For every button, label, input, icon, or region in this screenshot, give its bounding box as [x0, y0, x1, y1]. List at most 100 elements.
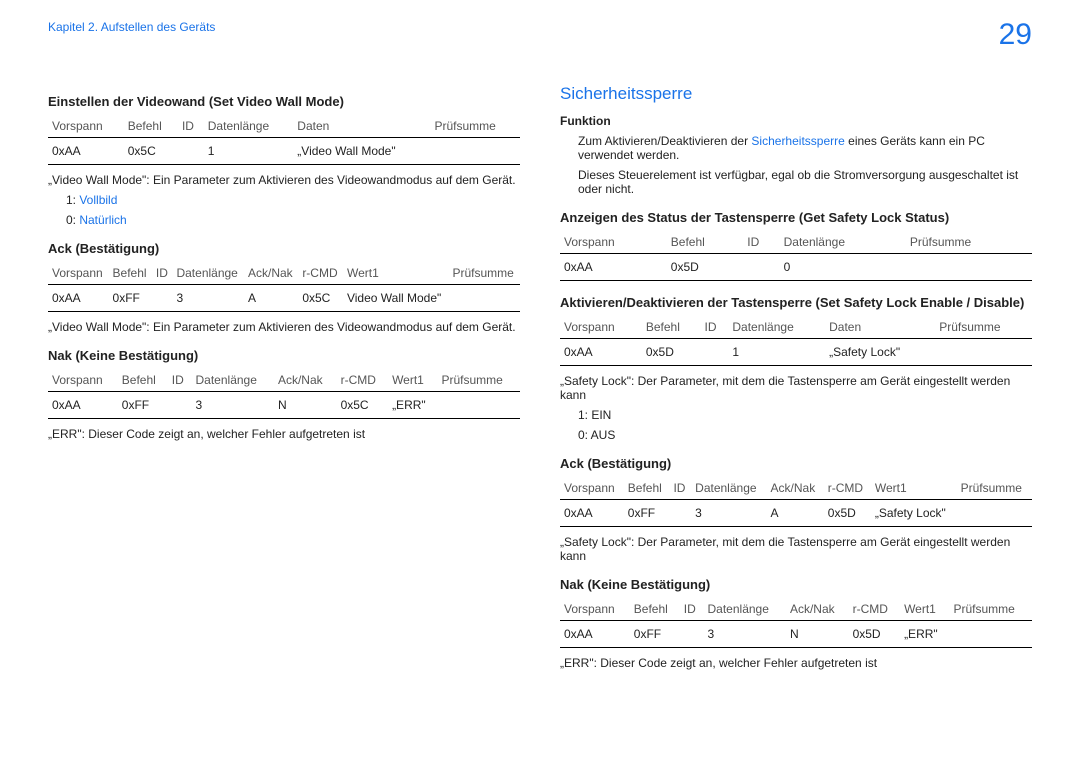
td — [430, 138, 520, 165]
th: ID — [680, 598, 704, 621]
th: Befehl — [624, 477, 670, 500]
td: 0xAA — [560, 500, 624, 527]
td: 0xAA — [560, 254, 667, 281]
th: Wert1 — [343, 262, 448, 285]
td: 3 — [172, 285, 244, 312]
th: Prüfsumme — [957, 477, 1032, 500]
td: „ERR" — [388, 392, 437, 419]
th: ID — [168, 369, 192, 392]
section-title: Sicherheitssperre — [560, 84, 1032, 104]
td: 0x5D — [642, 339, 701, 366]
td — [680, 621, 704, 648]
td: 0xAA — [560, 339, 642, 366]
th: Wert1 — [871, 477, 957, 500]
td — [906, 254, 1032, 281]
td: N — [786, 621, 849, 648]
th: Prüfsumme — [935, 316, 1032, 339]
option-value: Natürlich — [79, 213, 126, 227]
td: 0x5D — [849, 621, 900, 648]
th: Befehl — [109, 262, 152, 285]
table-ack: Vorspann Befehl ID Datenlänge Ack/Nak r-… — [560, 477, 1032, 527]
td: 0 — [780, 254, 906, 281]
page-number: 29 — [999, 20, 1032, 50]
table-nak: Vorspann Befehl ID Datenlänge Ack/Nak r-… — [48, 369, 520, 419]
td — [950, 621, 1033, 648]
td — [935, 339, 1032, 366]
inline-link-text: Sicherheitssperre — [751, 134, 844, 148]
td: „ERR" — [900, 621, 949, 648]
th: Vorspann — [48, 115, 124, 138]
option-key: 1: — [66, 193, 79, 207]
td — [700, 339, 728, 366]
th: Befehl — [630, 598, 680, 621]
td: 3 — [192, 392, 274, 419]
td: A — [767, 500, 824, 527]
th: Prüfsumme — [448, 262, 520, 285]
th: Prüfsumme — [430, 115, 520, 138]
th: Vorspann — [48, 369, 118, 392]
td: 0x5C — [124, 138, 178, 165]
th: Datenlänge — [172, 262, 244, 285]
th: Ack/Nak — [786, 598, 849, 621]
page-header: Kapitel 2. Aufstellen des Geräts 29 — [48, 20, 1032, 50]
th: Datenlänge — [192, 369, 274, 392]
th: Prüfsumme — [950, 598, 1033, 621]
th: Ack/Nak — [767, 477, 824, 500]
td: 1 — [204, 138, 294, 165]
note-text: „Video Wall Mode": Ein Parameter zum Akt… — [48, 320, 520, 334]
td: 0x5C — [337, 392, 388, 419]
th: Datenlänge — [204, 115, 294, 138]
td: 0xAA — [560, 621, 630, 648]
option-line: 0: Natürlich — [66, 213, 520, 227]
th: Daten — [825, 316, 935, 339]
th: Befehl — [667, 231, 743, 254]
td: 1 — [728, 339, 825, 366]
section-heading: Ack (Bestätigung) — [48, 241, 520, 256]
td: 0xAA — [48, 392, 118, 419]
td — [168, 392, 192, 419]
th: Ack/Nak — [244, 262, 298, 285]
td — [152, 285, 173, 312]
th: Datenlänge — [691, 477, 766, 500]
th: ID — [152, 262, 173, 285]
table-ack: Vorspann Befehl ID Datenlänge Ack/Nak r-… — [48, 262, 520, 312]
td: N — [274, 392, 337, 419]
th: r-CMD — [849, 598, 900, 621]
th: r-CMD — [337, 369, 388, 392]
option-key: 0: — [66, 213, 79, 227]
th: Vorspann — [48, 262, 109, 285]
td: 0xFF — [118, 392, 168, 419]
content-columns: Einstellen der Videowand (Set Video Wall… — [48, 80, 1032, 676]
td: 0xFF — [109, 285, 152, 312]
td: 0x5C — [298, 285, 343, 312]
option-line: 1: Vollbild — [66, 193, 520, 207]
note-text: „ERR": Dieser Code zeigt an, welcher Feh… — [48, 427, 520, 441]
page: Kapitel 2. Aufstellen des Geräts 29 Eins… — [0, 0, 1080, 716]
td — [957, 500, 1032, 527]
subheading: Funktion — [560, 114, 1032, 128]
section-heading: Nak (Keine Bestätigung) — [48, 348, 520, 363]
table-set-safety-lock: Vorspann Befehl ID Datenlänge Daten Prüf… — [560, 316, 1032, 366]
td: 0x5D — [824, 500, 871, 527]
td: 0x5D — [667, 254, 743, 281]
th: Wert1 — [388, 369, 437, 392]
td: 3 — [704, 621, 786, 648]
td — [448, 285, 520, 312]
th: Ack/Nak — [274, 369, 337, 392]
td: 3 — [691, 500, 766, 527]
th: Datenlänge — [728, 316, 825, 339]
table-get-status: Vorspann Befehl ID Datenlänge Prüfsumme … — [560, 231, 1032, 281]
section-heading: Aktivieren/Deaktivieren der Tastensperre… — [560, 295, 1032, 310]
section-heading: Einstellen der Videowand (Set Video Wall… — [48, 94, 520, 109]
text: Zum Aktivieren/Deaktivieren der — [578, 134, 748, 148]
th: r-CMD — [298, 262, 343, 285]
section-heading: Ack (Bestätigung) — [560, 456, 1032, 471]
td: „Video Wall Mode" — [293, 138, 430, 165]
option-line: 0: AUS — [578, 428, 1032, 442]
td — [438, 392, 521, 419]
chapter-label: Kapitel 2. Aufstellen des Geräts — [48, 20, 215, 34]
right-column: Sicherheitssperre Funktion Zum Aktiviere… — [560, 80, 1032, 676]
th: Vorspann — [560, 231, 667, 254]
th: ID — [700, 316, 728, 339]
td — [743, 254, 779, 281]
